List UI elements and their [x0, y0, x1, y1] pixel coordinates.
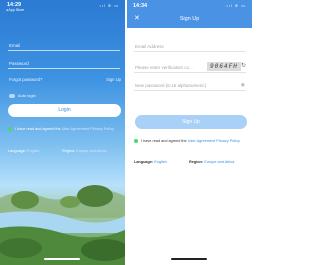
region-value[interactable]: Europe and Africa — [76, 149, 106, 153]
toggle-icon — [9, 93, 15, 98]
agreement-row: I have read and agreed the User Agreemen… — [134, 139, 248, 144]
page-title: Sign Up — [179, 16, 200, 22]
signup-screen: 14:34 ııl ≋ ▭ ✕ Sign Up Email Address Pl… — [127, 0, 252, 265]
language-value[interactable]: English — [154, 160, 166, 164]
status-icons: ııl ≋ ▭ — [226, 3, 246, 8]
language-region-row: Language: English Region: Europe and Afr… — [8, 149, 122, 153]
header-bar: 14:34 ııl ≋ ▭ ✕ Sign Up — [127, 0, 252, 28]
home-indicator — [44, 258, 80, 260]
privacy-policy-link[interactable]: Privacy Policy — [216, 139, 240, 143]
user-agreement-link[interactable]: User Agreement — [62, 127, 89, 131]
refresh-icon[interactable]: ↻ — [241, 62, 246, 69]
region-label: Region: — [62, 149, 76, 153]
agreement-row: I have read and agreed the User Agreemen… — [8, 127, 122, 132]
region-label: Region: — [189, 160, 204, 164]
auto-login-label: Auto login — [17, 93, 36, 98]
signup-button[interactable]: Sign Up — [135, 115, 247, 129]
forgot-row: Forgot password? Sign Up — [9, 77, 121, 82]
agree-checkbox[interactable] — [8, 127, 12, 131]
email-address-field[interactable]: Email Address — [134, 41, 246, 52]
language-label: Language: — [8, 149, 26, 153]
email-field[interactable]: Email — [8, 41, 120, 51]
forgot-password-link[interactable]: Forgot password? — [9, 77, 43, 82]
status-time: 14:34 — [133, 3, 148, 9]
status-icons: ııl ≋ ▭ — [99, 3, 119, 8]
email-placeholder: Email Address — [135, 44, 164, 49]
status-bar: 14:29 ◂ App Store ııl ≋ ▭ — [0, 0, 125, 14]
region-value[interactable]: Europe and Africa — [204, 160, 234, 164]
user-agreement-link[interactable]: User Agreement — [188, 139, 215, 143]
agree-text: I have read and agreed the — [15, 127, 61, 131]
password-placeholder: Password — [9, 61, 29, 66]
login-screen: 14:29 ◂ App Store ııl ≋ ▭ Email Password… — [0, 0, 125, 265]
password-placeholder: New password (6-16 alphanumeric) — [135, 83, 207, 88]
screenshot-pair: 14:29 ◂ App Store ııl ≋ ▭ Email Password… — [0, 0, 252, 265]
password-field[interactable]: Password — [8, 59, 120, 69]
language-label: Language: — [134, 160, 154, 164]
back-to-app-store[interactable]: ◂ App Store — [6, 8, 24, 12]
privacy-policy-link[interactable]: Privacy Policy — [90, 127, 114, 131]
new-password-field[interactable]: New password (6-16 alphanumeric) ◉ — [134, 80, 246, 91]
verification-code-field[interactable]: Please enter verification co... 9064FH ↻ — [134, 62, 246, 73]
email-placeholder: Email — [9, 43, 21, 48]
agree-checkbox[interactable] — [134, 139, 138, 143]
captcha-image: 9064FH — [207, 62, 241, 71]
language-value[interactable]: English — [27, 149, 39, 153]
home-indicator — [171, 258, 207, 260]
auto-login-toggle[interactable]: Auto login — [9, 93, 36, 98]
code-placeholder: Please enter verification co... — [135, 65, 193, 70]
eye-icon[interactable]: ◉ — [241, 82, 245, 88]
agree-text: I have read and agreed the — [141, 139, 187, 143]
login-button[interactable]: Login — [8, 104, 121, 117]
signup-link[interactable]: Sign Up — [106, 77, 121, 82]
landscape-illustration — [0, 185, 125, 265]
language-region-row: Language: English Region: Europe and Afr… — [134, 160, 248, 164]
